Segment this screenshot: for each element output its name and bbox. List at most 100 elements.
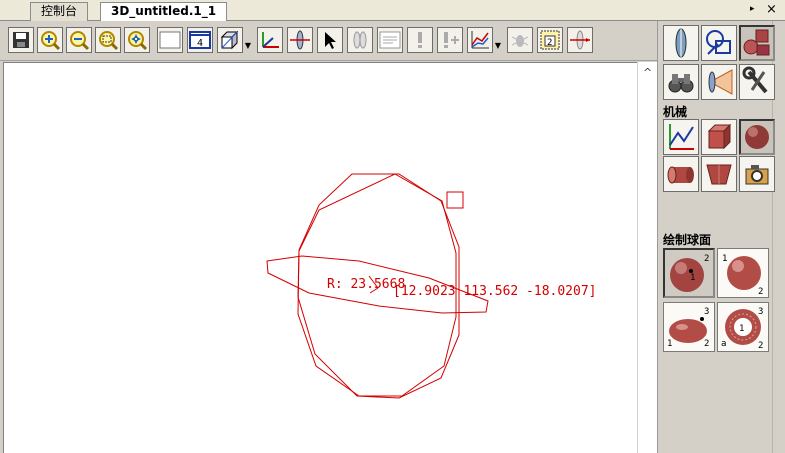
- mechanics-section-label: 机械: [663, 105, 688, 119]
- lens-axis-icon: [290, 30, 310, 50]
- sphere-tool-button[interactable]: [739, 119, 775, 155]
- zoom-fit-button[interactable]: [95, 27, 121, 53]
- bug-button[interactable]: [507, 27, 533, 53]
- shape-overlap-tool-button[interactable]: [701, 25, 737, 61]
- close-tab-icon[interactable]: ×: [766, 2, 777, 17]
- mark-1: 1: [739, 324, 744, 334]
- mark-a: a: [721, 339, 726, 349]
- zoom-all-button[interactable]: [124, 27, 150, 53]
- main-toolbar: 4 ▼ ▼ 2: [0, 21, 660, 61]
- ellipsoid-three-points-button[interactable]: 1 2 3: [663, 302, 715, 352]
- mark-1: 1: [690, 273, 695, 283]
- blank-frame-icon: [159, 31, 181, 49]
- blank-frame-button[interactable]: [157, 27, 183, 53]
- box-view-dropdown-arrow[interactable]: ▼: [243, 39, 253, 53]
- chart-lines-dropdown-arrow[interactable]: ▼: [493, 39, 503, 53]
- wrench-icon: [742, 66, 768, 94]
- zoom-in-icon: [41, 31, 61, 51]
- lens-icon: [675, 28, 687, 58]
- zoom-in-button[interactable]: [37, 27, 63, 53]
- sphere-center-radius-icon: 1 2: [670, 254, 709, 292]
- camera-icon: [745, 165, 769, 185]
- cylinder-icon: [667, 166, 694, 184]
- numbered-frame-label: 2: [547, 38, 552, 48]
- mark-1: 1: [722, 254, 727, 264]
- wrench-tool-button[interactable]: [739, 64, 775, 100]
- coordinate-path-icon: [669, 124, 694, 150]
- exclamation-plus-icon: [444, 32, 459, 48]
- list-window-button[interactable]: [377, 27, 403, 53]
- bug-icon: [511, 35, 529, 47]
- coordinate-readout: [12.9023 113.562 -18.0207]: [393, 284, 597, 299]
- binoculars-icon: [668, 74, 694, 93]
- tab-console[interactable]: 控制台: [30, 2, 89, 21]
- lens-tool-button[interactable]: [663, 25, 699, 61]
- frustum-icon: [706, 164, 732, 185]
- mark-2: 2: [704, 339, 709, 349]
- list-window-icon: [379, 31, 401, 49]
- document-tab-strip: 控制台 3D_untitled.1_1 ▸ ×: [0, 0, 785, 22]
- frustum-tool-button[interactable]: [701, 156, 737, 192]
- handle-box[interactable]: [446, 191, 464, 209]
- ellipsoid-three-points-icon: 1 2 3: [667, 307, 709, 349]
- box-view-button[interactable]: [217, 27, 243, 53]
- axes-icon: [262, 32, 279, 48]
- zoom-fit-icon: [99, 31, 119, 51]
- light-source-icon: [708, 69, 733, 95]
- box-icon: [707, 123, 732, 150]
- chevron-up-icon[interactable]: ^: [643, 66, 652, 79]
- select-arrow-button[interactable]: [317, 27, 343, 53]
- double-lens-icon: [353, 31, 367, 49]
- lens-ray-icon: [570, 30, 590, 50]
- mark-3: 3: [758, 307, 763, 317]
- zoom-out-button[interactable]: [66, 27, 92, 53]
- numbered-frame-button[interactable]: 2: [537, 27, 563, 53]
- viewport-drawing: R: 23.5668 [12.9023 113.562 -18.0207]: [266, 173, 597, 399]
- lens-axis-button[interactable]: [287, 27, 313, 53]
- four-view-button[interactable]: 4: [187, 27, 213, 53]
- solids-tool-button[interactable]: [739, 25, 775, 61]
- exclamation-icon: [418, 32, 422, 48]
- tool-panel: 机械 绘制球面 1 2 1 2 1 2 3 1 2 3 a: [660, 21, 785, 453]
- tab-console-label: 控制台: [41, 4, 78, 18]
- mark-2: 2: [758, 287, 763, 295]
- mark-3: 3: [704, 307, 709, 317]
- chart-lines-button[interactable]: [467, 27, 493, 53]
- zoom-all-icon: [128, 31, 148, 51]
- four-view-icon: 4: [189, 31, 211, 49]
- tab-3d-untitled[interactable]: 3D_untitled.1_1: [100, 2, 228, 22]
- tab-3d-label: 3D_untitled.1_1: [111, 4, 217, 18]
- 3d-viewport[interactable]: R: 23.5668 [12.9023 113.562 -18.0207]: [3, 62, 637, 453]
- shape-overlap-icon: [706, 30, 731, 55]
- torus-three-points-button[interactable]: 1 2 3 a: [717, 302, 769, 352]
- save-icon: [13, 32, 29, 48]
- mark-2: 2: [758, 341, 763, 349]
- box-view-icon: [220, 30, 239, 50]
- select-arrow-icon: [325, 32, 336, 49]
- sphere-two-points-button[interactable]: 1 2: [717, 248, 769, 298]
- exclamation-button[interactable]: [407, 27, 433, 53]
- zoom-out-icon: [70, 31, 90, 51]
- tab-scroll-right-icon[interactable]: ▸: [750, 4, 755, 14]
- mark-2: 2: [704, 254, 709, 264]
- solids-icon: [743, 29, 770, 56]
- lens-ray-button[interactable]: [567, 27, 593, 53]
- four-view-label: 4: [197, 38, 203, 49]
- cylinder-tool-button[interactable]: [663, 156, 699, 192]
- sphere-two-points-icon: 1 2: [722, 254, 763, 295]
- binoculars-tool-button[interactable]: [663, 64, 699, 100]
- sphere-center-radius-button[interactable]: 1 2: [663, 248, 715, 298]
- double-lens-button[interactable]: [347, 27, 373, 53]
- exclamation-plus-button[interactable]: [437, 27, 463, 53]
- axes-button[interactable]: [257, 27, 283, 53]
- save-button[interactable]: [8, 27, 34, 53]
- light-source-tool-button[interactable]: [701, 64, 737, 100]
- coordinate-path-tool-button[interactable]: [663, 119, 699, 155]
- chart-lines-icon: [471, 31, 489, 49]
- numbered-frame-icon: 2: [540, 30, 560, 50]
- box-tool-button[interactable]: [701, 119, 737, 155]
- camera-tool-button[interactable]: [739, 156, 775, 192]
- draw-sphere-section-label: 绘制球面: [663, 233, 712, 247]
- torus-three-points-icon: 1 2 3 a: [721, 307, 763, 349]
- viewport-scrollbar[interactable]: ^: [637, 62, 657, 453]
